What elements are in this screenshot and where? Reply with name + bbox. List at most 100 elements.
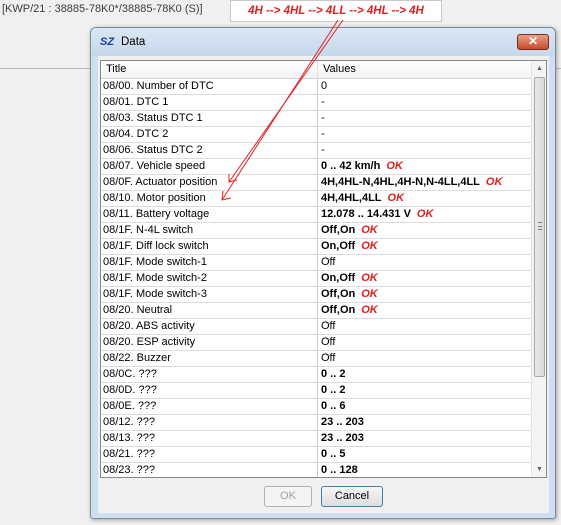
table-body: 08/00. Number of DTC 0 08/01. DTC 1-08/03.… bbox=[101, 79, 533, 477]
table-header: Title Values bbox=[101, 61, 533, 79]
row-title: 08/11. Battery voltage bbox=[101, 207, 318, 222]
row-value: 0 .. 5 bbox=[318, 447, 533, 462]
table-row[interactable]: 08/0C. ??? 0 .. 2 bbox=[101, 367, 533, 383]
table-row[interactable]: 08/06. Status DTC 2- bbox=[101, 143, 533, 159]
scrollbar-thumb[interactable] bbox=[534, 77, 545, 377]
row-title: 08/0E. ??? bbox=[101, 399, 318, 414]
row-title: 08/06. Status DTC 2 bbox=[101, 143, 318, 158]
dialog-title: Data bbox=[121, 36, 146, 48]
row-value-text: 12.078 .. 14.431 V bbox=[321, 208, 411, 220]
row-value: Off,On OK bbox=[318, 287, 533, 302]
row-value: Off bbox=[318, 335, 533, 350]
table-row[interactable]: 08/07. Vehicle speed 0 .. 42 km/h OK bbox=[101, 159, 533, 175]
scroll-down-arrow-icon[interactable]: ▼ bbox=[532, 462, 546, 477]
row-title: 08/20. ESP activity bbox=[101, 335, 318, 350]
table-row[interactable]: 08/10. Motor position 4H,4HL,4LL OK bbox=[101, 191, 533, 207]
row-title: 08/04. DTC 2 bbox=[101, 127, 318, 142]
row-value-text: 23 .. 203 bbox=[321, 416, 364, 428]
row-value: - bbox=[318, 95, 533, 110]
row-value-text: 4H,4HL-N,4HL,4H-N,N-4LL,4LL bbox=[321, 176, 480, 188]
row-value-text: - bbox=[321, 144, 325, 156]
row-value: On,Off OK bbox=[318, 271, 533, 286]
data-dialog: SZ Data ✕ Title Values 08/00. Number of … bbox=[90, 27, 556, 519]
row-value: 0 bbox=[318, 79, 533, 94]
row-value-text: Off bbox=[321, 320, 336, 332]
row-title: 08/0D. ??? bbox=[101, 383, 318, 398]
row-value: Off,On OK bbox=[318, 303, 533, 318]
row-title: 08/22. Buzzer bbox=[101, 351, 318, 366]
table-row[interactable]: 08/1F. N-4L switch Off,On OK bbox=[101, 223, 533, 239]
table-row[interactable]: 08/20. Neutral Off,On OK bbox=[101, 303, 533, 319]
row-value: 0 .. 2 bbox=[318, 383, 533, 398]
row-title: 08/1F. Diff lock switch bbox=[101, 239, 318, 254]
cancel-button[interactable]: Cancel bbox=[321, 486, 383, 507]
ok-mark: OK bbox=[485, 176, 503, 188]
ok-mark: OK bbox=[386, 160, 403, 172]
table-row[interactable]: 08/12. ??? 23 .. 203 bbox=[101, 415, 533, 431]
row-value-text: On,Off bbox=[321, 240, 356, 252]
table-row[interactable]: 08/00. Number of DTC 0 bbox=[101, 79, 533, 95]
row-title: 08/20. Neutral bbox=[101, 303, 318, 318]
ok-mark: OK bbox=[361, 272, 378, 284]
table-row[interactable]: 08/20. ESP activity Off bbox=[101, 335, 533, 351]
row-value: 0 .. 2 bbox=[318, 367, 533, 382]
row-title: 08/20. ABS activity bbox=[101, 319, 318, 334]
row-title: 08/13. ??? bbox=[101, 431, 318, 446]
row-value-text: - bbox=[321, 96, 325, 108]
table-row[interactable]: 08/22. Buzzer Off bbox=[101, 351, 533, 367]
row-value: Off bbox=[318, 319, 533, 334]
table-row[interactable]: 08/1F. Mode switch-3 Off,On OK bbox=[101, 287, 533, 303]
table-row[interactable]: 08/1F. Mode switch-1 Off bbox=[101, 255, 533, 271]
table-row[interactable]: 08/1F. Mode switch-2 On,Off OK bbox=[101, 271, 533, 287]
table-row[interactable]: 08/11. Battery voltage 12.078 .. 14.431 V… bbox=[101, 207, 533, 223]
row-value-text: 23 .. 203 bbox=[321, 432, 364, 444]
dialog-client-area: Title Values 08/00. Number of DTC 0 08/01.… bbox=[98, 56, 549, 513]
vertical-scrollbar[interactable]: ▲ ▼ bbox=[531, 61, 546, 477]
ok-button[interactable]: OK bbox=[264, 486, 312, 507]
row-value-text: Off bbox=[321, 256, 336, 268]
table-row[interactable]: 08/20. ABS activity Off bbox=[101, 319, 533, 335]
row-title: 08/01. DTC 1 bbox=[101, 95, 318, 110]
table-row[interactable]: 08/1F. Diff lock switch On,Off OK bbox=[101, 239, 533, 255]
row-value: - bbox=[318, 143, 533, 158]
row-value: 23 .. 203 bbox=[318, 431, 533, 446]
close-button[interactable]: ✕ bbox=[517, 34, 549, 50]
row-value-text: 0 bbox=[321, 80, 328, 92]
row-value-text: Off bbox=[321, 336, 336, 348]
dialog-titlebar[interactable]: SZ Data ✕ bbox=[91, 28, 555, 56]
table-row[interactable]: 08/0D. ??? 0 .. 2 bbox=[101, 383, 533, 399]
row-value-text: 0 .. 2 bbox=[321, 384, 346, 396]
ok-mark: OK bbox=[361, 304, 378, 316]
row-title: 08/07. Vehicle speed bbox=[101, 159, 318, 174]
row-value: 4H,4HL,4LL OK bbox=[318, 191, 533, 206]
row-value: Off,On OK bbox=[318, 223, 533, 238]
row-title: 08/1F. Mode switch-3 bbox=[101, 287, 318, 302]
row-title: 08/0C. ??? bbox=[101, 367, 318, 382]
row-value-text: 0 .. 2 bbox=[321, 368, 346, 380]
column-header-title[interactable]: Title bbox=[101, 61, 318, 79]
table-row[interactable]: 08/23. ??? 0 .. 128 bbox=[101, 463, 533, 477]
ok-mark: OK bbox=[361, 224, 378, 236]
data-table: Title Values 08/00. Number of DTC 0 08/01.… bbox=[100, 60, 547, 478]
table-row[interactable]: 08/21. ??? 0 .. 5 bbox=[101, 447, 533, 463]
row-title: 08/03. Status DTC 1 bbox=[101, 111, 318, 126]
row-value: 0 .. 6 bbox=[318, 399, 533, 414]
table-row[interactable]: 08/0E. ??? 0 .. 6 bbox=[101, 399, 533, 415]
row-value-text: 0 .. 5 bbox=[321, 448, 346, 460]
table-row[interactable]: 08/01. DTC 1- bbox=[101, 95, 533, 111]
row-value-text: - bbox=[321, 112, 325, 124]
row-value: 4H,4HL-N,4HL,4H-N,N-4LL,4LL OK bbox=[318, 175, 533, 190]
row-value: 23 .. 203 bbox=[318, 415, 533, 430]
column-header-values[interactable]: Values bbox=[318, 61, 533, 79]
row-title: 08/1F. Mode switch-2 bbox=[101, 271, 318, 286]
scroll-up-arrow-icon[interactable]: ▲ bbox=[532, 61, 546, 76]
table-row[interactable]: 08/04. DTC 2- bbox=[101, 127, 533, 143]
table-row[interactable]: 08/0F. Actuator position 4H,4HL-N,4HL,4H-… bbox=[101, 175, 533, 191]
row-value-text: On,Off bbox=[321, 272, 356, 284]
row-title: 08/21. ??? bbox=[101, 447, 318, 462]
annotation-mode-sequence: 4H --> 4HL --> 4LL --> 4HL --> 4H bbox=[230, 0, 442, 22]
table-row[interactable]: 08/13. ??? 23 .. 203 bbox=[101, 431, 533, 447]
row-value-text: Off,On bbox=[321, 288, 356, 300]
row-value-text: 0 .. 6 bbox=[321, 400, 346, 412]
table-row[interactable]: 08/03. Status DTC 1- bbox=[101, 111, 533, 127]
